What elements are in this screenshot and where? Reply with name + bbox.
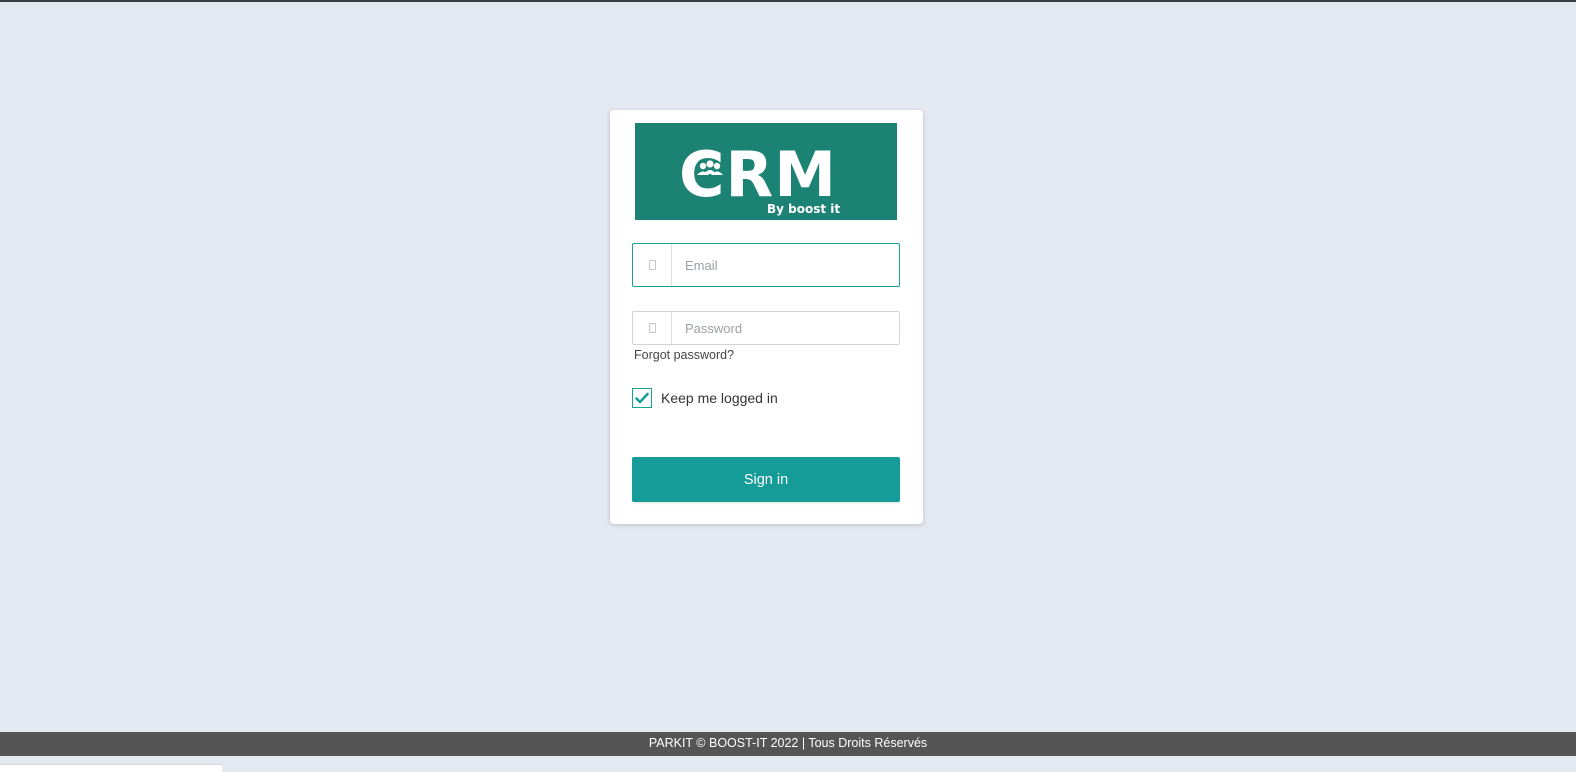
password-field-group <box>632 311 900 345</box>
email-field-group <box>632 243 900 287</box>
bottom-tab <box>0 764 222 772</box>
logo-tagline: By boost it <box>767 202 840 216</box>
password-input[interactable] <box>672 312 899 344</box>
footer-text: PARKIT © BOOST-IT 2022 | Tous Droits Rés… <box>648 736 928 750</box>
remember-me-toggle[interactable]: Keep me logged in <box>632 388 778 408</box>
footer: PARKIT © BOOST-IT 2022 | Tous Droits Rés… <box>0 732 1576 756</box>
bottom-strip <box>0 756 1576 772</box>
login-card: CRM By boost it Forgot password? Keep me… <box>610 110 923 524</box>
forgot-password-link[interactable]: Forgot password? <box>634 348 734 362</box>
user-icon <box>633 244 672 286</box>
sign-in-button[interactable]: Sign in <box>632 457 900 502</box>
top-border <box>0 0 1576 2</box>
checkmark-icon <box>635 392 649 404</box>
logo-main-text: CRM <box>679 138 837 211</box>
email-input[interactable] <box>672 244 899 286</box>
remember-me-label: Keep me logged in <box>661 390 778 406</box>
remember-me-checkbox[interactable] <box>632 388 652 408</box>
lock-icon <box>633 312 672 344</box>
crm-logo: CRM By boost it <box>635 123 897 220</box>
